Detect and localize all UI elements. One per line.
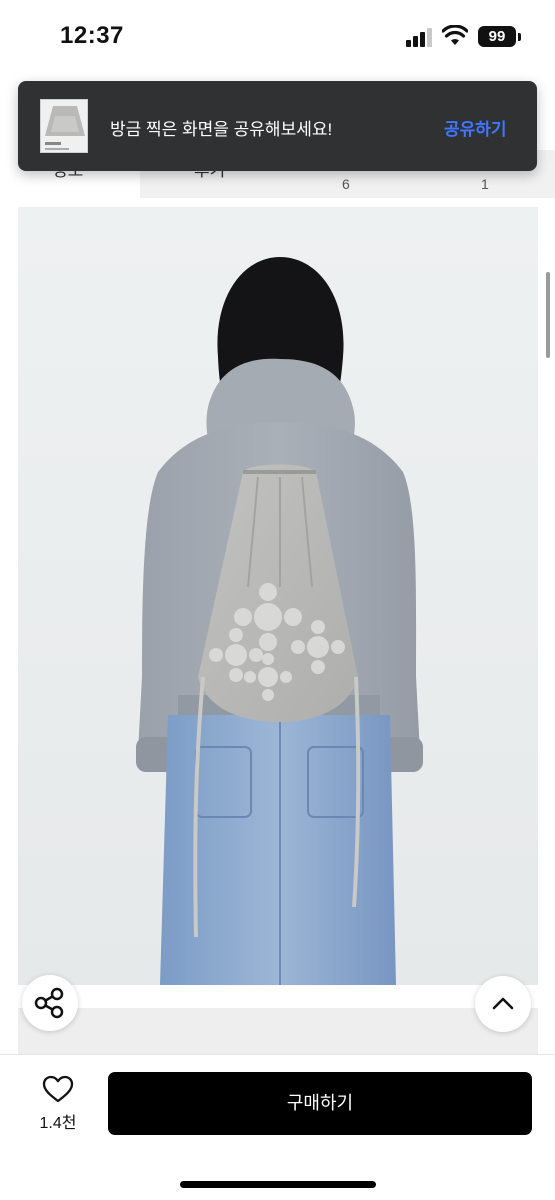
scrollbar[interactable] (546, 272, 550, 358)
status-time: 12:37 (60, 22, 124, 49)
scroll-top-button[interactable] (475, 976, 531, 1032)
screenshot-thumbnail-image (41, 100, 87, 152)
heart-icon (42, 1075, 74, 1103)
share-toast: 방금 찍은 화면을 공유해보세요! 공유하기 (18, 81, 537, 171)
tab-reviews-count: 6 (342, 176, 350, 192)
screenshot-thumbnail[interactable] (40, 99, 88, 153)
battery-tip (518, 33, 521, 41)
like-button[interactable]: 1.4천 (30, 1075, 86, 1135)
cellular-signal-icon (406, 28, 432, 47)
home-indicator (180, 1181, 376, 1188)
share-icon (34, 987, 64, 1019)
share-now-button[interactable]: 공유하기 (444, 115, 507, 140)
product-image[interactable] (18, 207, 538, 985)
bottom-action-bar: 1.4천 구매하기 (0, 1054, 555, 1200)
status-bar: 12:37 99 (0, 0, 555, 72)
wifi-icon (442, 25, 468, 45)
share-button[interactable] (22, 975, 78, 1031)
tab-third-count: 1 (481, 176, 489, 192)
image-pagination-bar (18, 1008, 538, 1054)
battery-indicator: 99 (478, 26, 516, 47)
toast-message: 방금 찍은 화면을 공유해보세요! (110, 120, 333, 139)
chevron-up-icon (492, 997, 514, 1010)
buy-button[interactable]: 구매하기 (108, 1072, 532, 1135)
product-photo-illustration (18, 207, 538, 985)
product-page: 12:37 99 정보 후기 6 1 (0, 0, 555, 1200)
like-count: 1.4천 (39, 1115, 77, 1132)
